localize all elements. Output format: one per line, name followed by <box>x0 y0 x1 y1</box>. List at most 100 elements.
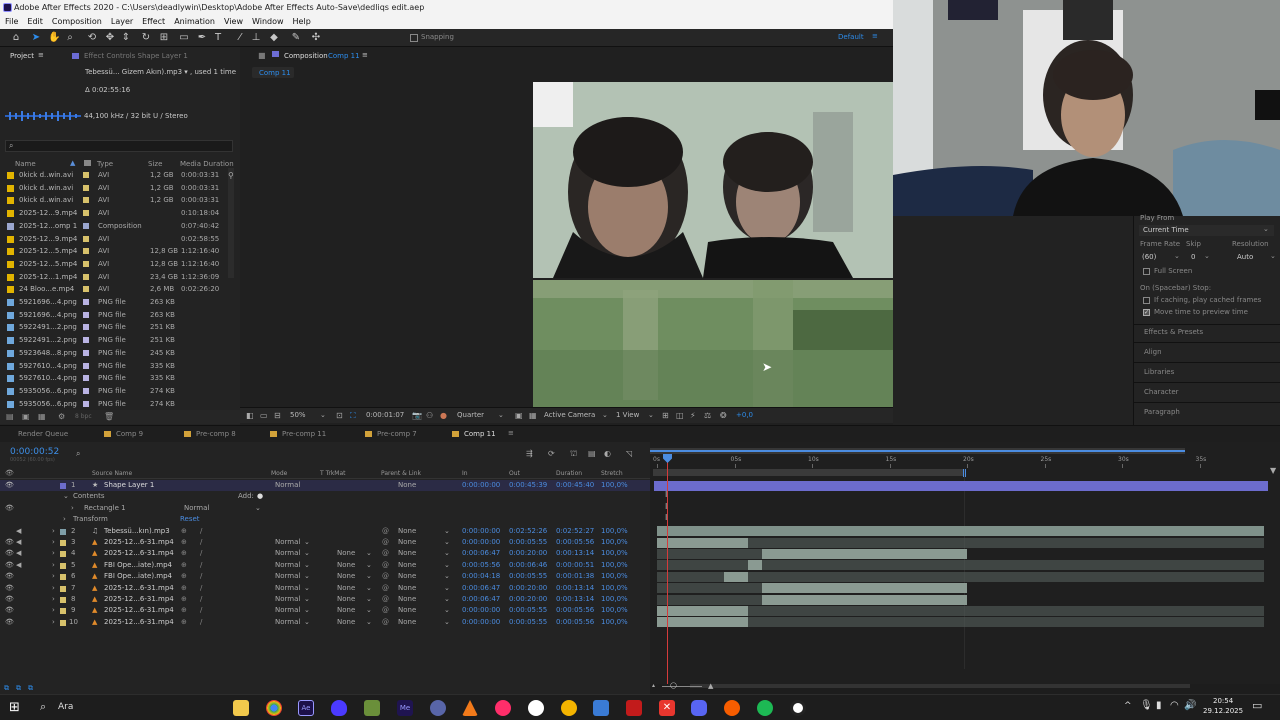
col-stretch[interactable]: Stretch <box>601 470 623 477</box>
layer-trimmed-bar[interactable] <box>657 548 763 559</box>
pickwhip-icon[interactable]: @ <box>382 605 389 616</box>
layer-in[interactable]: 0:00:06:47 <box>462 583 500 594</box>
project-file-row[interactable]: 5935056...6.png PNG file 274 KB <box>5 385 233 398</box>
label-column-icon[interactable] <box>84 160 91 166</box>
layer-stretch[interactable]: 100,0% <box>601 480 628 491</box>
project-file-row[interactable]: 2025-12...omp 1 Composition 0:07:40:42 <box>5 220 233 233</box>
expand-arrow-icon[interactable]: › <box>52 548 55 559</box>
eye-icon[interactable]: 👁 <box>5 594 14 605</box>
timeline-tab-0[interactable]: Render Queue <box>18 430 68 438</box>
paragraph-panel[interactable]: Paragraph <box>1144 408 1180 416</box>
puppet-tool-icon[interactable]: ✣ <box>310 32 322 44</box>
quality-icon[interactable]: / <box>200 537 202 548</box>
tray-overflow-icon[interactable]: ^ <box>1124 701 1132 711</box>
layer-parent[interactable]: None <box>398 594 416 605</box>
layer-in[interactable]: 0:00:04:18 <box>462 571 500 582</box>
battery-icon[interactable]: ▮ <box>1156 700 1162 711</box>
expand-switches-icon[interactable]: ⧉ <box>4 684 9 693</box>
draft-3d-timeline-icon[interactable]: ⟳ <box>548 449 555 458</box>
align-panel[interactable]: Align <box>1144 348 1162 356</box>
comp-preview-top-footage[interactable] <box>533 82 893 278</box>
quality-icon[interactable]: / <box>200 571 202 582</box>
new-folder-icon[interactable]: ▣ <box>22 412 30 421</box>
bpc-label[interactable]: 8 bpc <box>75 413 92 420</box>
layer-trkmat[interactable]: None <box>337 560 355 571</box>
speaker-icon[interactable]: ◀ <box>16 526 21 537</box>
layer-in[interactable]: 0:00:06:47 <box>462 548 500 559</box>
rectangle-tool-icon[interactable]: ▭ <box>178 32 190 44</box>
volume-icon[interactable]: 🔊 <box>1184 700 1196 711</box>
layer-trimmed-bar[interactable] <box>748 571 1264 582</box>
layer-duration[interactable]: 0:00:01:38 <box>556 571 594 582</box>
layer-row[interactable]: 👁 › 8 ▲ 2025-12...6-31.mp4 ⊕ / Normal ⌄ None ⌄ @ Non… <box>0 594 650 605</box>
timeline-current-time[interactable]: 0:00:00:52 <box>10 447 59 457</box>
project-settings-icon[interactable]: ⚙ <box>58 412 65 421</box>
layer-mode[interactable]: Normal <box>275 560 300 571</box>
eye-icon[interactable]: 👁 <box>5 605 14 616</box>
layer-mode[interactable]: Normal <box>275 594 300 605</box>
quality-icon[interactable]: / <box>200 594 202 605</box>
pan-camera-icon[interactable]: ✥ <box>104 32 116 44</box>
project-file-row[interactable]: 5922491...2.png PNG file 251 KB <box>5 321 233 334</box>
workspace-default[interactable]: Default <box>838 33 864 41</box>
layer-out[interactable]: 0:02:52:26 <box>509 526 547 537</box>
transparency-toggle-icon[interactable]: ▦ <box>529 408 537 423</box>
menu-item-effect[interactable]: Effect <box>142 17 165 26</box>
orbit-camera-icon[interactable]: ⟲ <box>86 32 98 44</box>
layer-row[interactable]: 👁 › 10 ▲ 2025-12...6-31.mp4 ⊕ / Normal ⌄ None ⌄ @ No… <box>0 617 650 628</box>
expand-arrow-icon[interactable]: › <box>52 617 55 628</box>
full-screen-checkbox[interactable] <box>1143 268 1150 275</box>
timeline-tab-2[interactable]: Pre-comp 8 <box>196 430 236 438</box>
expand-arrow-icon[interactable]: › <box>63 514 66 525</box>
col-source-name[interactable]: Source Name <box>92 470 132 477</box>
layer-parent[interactable]: None <box>398 583 416 594</box>
reset-link[interactable]: Reset <box>180 514 200 525</box>
menu-item-edit[interactable]: Edit <box>27 17 43 26</box>
layer-duration-bar[interactable] <box>657 526 1264 537</box>
chat-app-icon[interactable] <box>528 700 544 716</box>
layer-parent[interactable]: None <box>398 526 416 537</box>
expand-arrow-icon[interactable]: › <box>52 560 55 571</box>
graph-editor-icon[interactable]: ◹ <box>626 449 632 458</box>
expand-times-icon[interactable]: ⧉ <box>28 684 33 693</box>
skip-dropdown[interactable]: 0 <box>1191 253 1195 261</box>
region-of-interest-icon[interactable]: ▣ <box>515 408 523 423</box>
timeline-icon[interactable]: ⚖ <box>704 408 711 423</box>
layer-duration[interactable]: 0:00:05:56 <box>556 605 594 616</box>
layer-out[interactable]: 0:00:05:55 <box>509 617 547 628</box>
eye-icon[interactable]: 👁 <box>5 560 14 571</box>
type-tool-icon[interactable]: T <box>212 32 224 44</box>
layer-in[interactable]: 0:00:05:56 <box>462 560 500 571</box>
layer-duration-bar[interactable] <box>762 548 967 559</box>
layer-row-shape[interactable]: 👁 1 ★ Shape Layer 1 Normal None 0:00:00:00 0:00… <box>0 480 650 492</box>
col-size[interactable]: Size <box>148 160 162 168</box>
dolly-camera-icon[interactable]: ⇕ <box>120 32 132 44</box>
project-file-row[interactable]: 2025-12...9.mp4 AVI 0:02:58:55 <box>5 233 233 246</box>
file-explorer-icon[interactable] <box>233 700 249 716</box>
rotate-tool-icon[interactable]: ↻ <box>140 32 152 44</box>
anchor-tool-icon[interactable]: ⊞ <box>158 32 170 44</box>
menu-item-view[interactable]: View <box>224 17 243 26</box>
comp-name[interactable]: Comp 11 <box>328 52 360 60</box>
project-file-row[interactable]: 5923648...8.png PNG file 245 KB <box>5 347 233 360</box>
search-icon[interactable]: ⌕ <box>40 700 46 714</box>
layer-duration-bar[interactable] <box>657 617 749 628</box>
zoom-slider-handle-icon[interactable]: ◯ <box>670 682 677 689</box>
fit-view-icon[interactable]: ⊡ <box>336 408 343 423</box>
col-media-duration[interactable]: Media Duration <box>180 160 234 168</box>
game-app-icon[interactable] <box>364 700 380 716</box>
switch-icon[interactable]: ⊕ <box>181 548 187 559</box>
pickwhip-icon[interactable]: @ <box>382 594 389 605</box>
layer-out[interactable]: 0:00:20:00 <box>509 548 547 559</box>
composition-tab[interactable]: Composition <box>284 52 328 60</box>
layer-mode[interactable]: Normal <box>275 480 300 491</box>
speaker-icon[interactable]: ◀ <box>16 560 21 571</box>
switch-icon[interactable]: ⊕ <box>181 537 187 548</box>
col-type[interactable]: Type <box>97 160 113 168</box>
home-icon[interactable]: ⌂ <box>10 32 22 44</box>
layer-trimmed-bar[interactable] <box>657 560 749 571</box>
layer-trimmed-bar[interactable] <box>748 617 1264 628</box>
expand-arrow-icon[interactable]: › <box>71 503 74 514</box>
interpret-footage-icon[interactable]: ▤ <box>6 412 14 421</box>
transform-row[interactable]: › Transform Reset <box>0 514 650 525</box>
